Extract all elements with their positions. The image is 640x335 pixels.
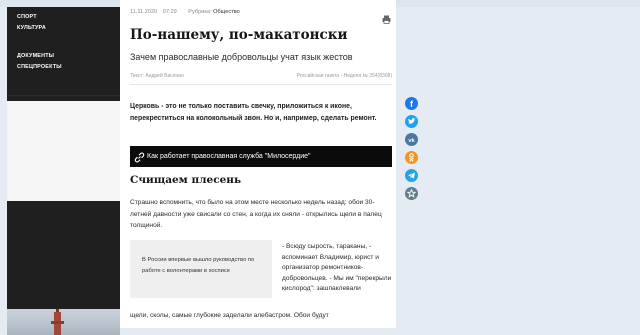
- rubric-link[interactable]: Общество: [213, 9, 240, 15]
- print-icon[interactable]: [382, 11, 391, 24]
- link-icon: [134, 151, 145, 163]
- sidebar-item-specprojects[interactable]: СПЕЦПРОЕКТЫ: [17, 64, 62, 70]
- sidebar-banner-area: [7, 101, 120, 201]
- article-lead: Церковь - это не только поставить свечку…: [130, 103, 377, 123]
- article-date: 11.11.2020: [130, 9, 158, 15]
- sidebar-item-documents[interactable]: ДОКУМЕНТЫ: [17, 53, 54, 59]
- paragraph-2: - Всюду сырость, тараканы, - вспоминает …: [282, 243, 392, 293]
- page-title: По-нашему, по-макатонски: [130, 27, 348, 43]
- sidebar-item-sport[interactable]: СПОРТ: [17, 14, 37, 20]
- paragraph-1: Страшно вспомнить, что было на этом мест…: [130, 199, 382, 229]
- article: 11.11.2020 07:29 Рубрика: Общество По-на…: [120, 0, 396, 328]
- sidebar-item-culture[interactable]: КУЛЬТУРА: [17, 25, 46, 31]
- telegram-icon[interactable]: [405, 169, 418, 182]
- author-row: Текст: Андрей Васянин Российская газета …: [130, 73, 392, 85]
- page-subtitle: Зачем православные добровольцы учат язык…: [130, 52, 353, 62]
- svg-text:vk: vk: [408, 138, 415, 144]
- article-time: 07:29: [162, 9, 177, 15]
- related-article-link[interactable]: Как работает православная служба "Милосе…: [130, 146, 392, 167]
- vk-icon[interactable]: vk: [405, 133, 418, 146]
- bookmark-icon[interactable]: [405, 187, 418, 200]
- rubric-label: Рубрика:: [188, 9, 212, 15]
- sidebar-thumbnail-image[interactable]: [7, 309, 120, 335]
- section-heading: Счищаем плесень: [130, 174, 242, 186]
- twitter-icon[interactable]: [405, 115, 418, 128]
- ok-icon[interactable]: [405, 151, 418, 164]
- source-link[interactable]: Российская газета - Неделя № 254(8308): [297, 73, 392, 79]
- svg-text:f: f: [410, 99, 414, 109]
- related-quote-box[interactable]: В России впервые вышло руководство по ра…: [130, 240, 272, 298]
- paragraph-3: щели, сколы, самые глубокие заделали але…: [130, 312, 329, 319]
- author: Текст: Андрей Васянин: [130, 73, 184, 79]
- facebook-icon[interactable]: f: [405, 97, 418, 110]
- article-meta: 11.11.2020 07:29 Рубрика: Общество: [130, 9, 240, 15]
- sidebar: СПОРТ КУЛЬТУРА ДОКУМЕНТЫ СПЕЦПРОЕКТЫ: [7, 7, 120, 335]
- sidebar-divider: [7, 95, 120, 96]
- related-quote-text: В России впервые вышло руководство по ра…: [142, 257, 255, 274]
- related-article-label: Как работает православная служба "Милосе…: [147, 153, 311, 160]
